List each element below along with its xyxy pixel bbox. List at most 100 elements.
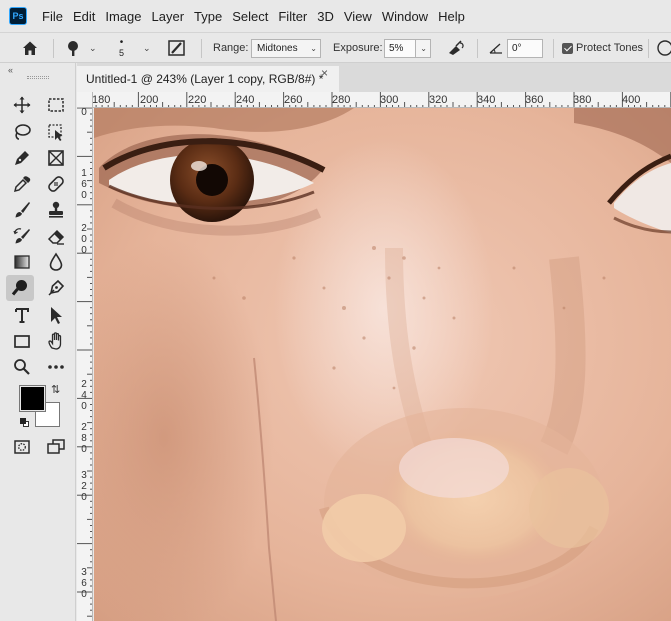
ruler-label: 200 (140, 94, 159, 106)
menu-view[interactable]: View (339, 0, 377, 32)
protect-tones-toggle[interactable]: Protect Tones (562, 33, 643, 63)
separator (648, 39, 649, 58)
screen-mode-icon (47, 439, 65, 454)
rectangular-marquee-icon (48, 98, 64, 112)
panel-grip[interactable] (27, 76, 49, 79)
ruler-label: 280 (81, 422, 87, 455)
menu-type[interactable]: Type (189, 0, 227, 32)
history-brush-icon (13, 228, 30, 244)
exposure-dropdown[interactable]: ⌄ (416, 38, 431, 58)
range-label: Range: (213, 42, 249, 54)
menu-filter[interactable]: Filter (273, 0, 312, 32)
eyedropper-tool[interactable] (8, 171, 36, 197)
move-icon (13, 96, 31, 114)
photoshop-logo-icon[interactable]: Ps (9, 7, 27, 25)
protect-tones-checkbox[interactable] (562, 42, 573, 54)
separator (553, 39, 554, 58)
document-tab-bar: Untitled-1 @ 243% (Layer 1 copy, RGB/8#)… (77, 63, 671, 92)
document-title: Untitled-1 @ 243% (Layer 1 copy, RGB/8#)… (86, 72, 324, 86)
angle-field[interactable]: 0° (507, 38, 543, 58)
gradient-tool[interactable] (8, 249, 36, 275)
burn-tool[interactable] (6, 275, 34, 301)
separator (53, 39, 54, 58)
menu-image[interactable]: Image (100, 0, 146, 32)
marquee-tool[interactable] (42, 92, 70, 118)
brush-picker-dropdown[interactable]: ⌄ (143, 33, 151, 63)
face-photo (94, 108, 671, 621)
eraser-tool[interactable] (42, 223, 70, 249)
collapse-panel-button[interactable]: « (8, 65, 13, 75)
history-brush-tool[interactable] (8, 223, 36, 249)
document-canvas[interactable] (94, 108, 671, 621)
ruler-label: 260 (284, 94, 303, 106)
separator (201, 39, 202, 58)
blur-tool[interactable] (42, 249, 70, 275)
ruler-label: 400 (622, 94, 641, 106)
swap-colors-icon[interactable]: ⇅ (51, 383, 60, 396)
menu-layer[interactable]: Layer (147, 0, 190, 32)
ruler-label: 300 (380, 94, 399, 106)
airbrush-button[interactable] (446, 33, 466, 63)
angle-icon (489, 43, 502, 54)
quick-mask-button[interactable] (8, 434, 36, 460)
pen-tool[interactable] (8, 145, 36, 171)
default-colors-icon[interactable] (20, 418, 29, 427)
ruler-label: 0 (81, 108, 87, 118)
horizontal-ruler[interactable]: 180 200 220 240 260 280 300 320 340 360 … (77, 92, 671, 108)
pen-tool-2[interactable] (42, 275, 70, 301)
exposure-field[interactable]: 5% (384, 38, 416, 58)
water-drop-icon (49, 252, 63, 271)
lasso-icon (15, 124, 31, 140)
ruler-label: 340 (477, 94, 496, 106)
more-tools[interactable] (42, 354, 70, 380)
rectangle-icon (14, 335, 30, 348)
ruler-label: 160 (81, 168, 87, 201)
type-icon (15, 308, 29, 323)
type-tool[interactable] (8, 302, 36, 328)
home-icon (23, 41, 37, 55)
zoom-tool[interactable] (8, 354, 36, 380)
close-icon[interactable]: × (321, 66, 328, 80)
document-tab[interactable]: Untitled-1 @ 243% (Layer 1 copy, RGB/8#)… (77, 66, 339, 92)
brush-tool[interactable] (8, 197, 36, 223)
move-tool[interactable] (8, 92, 36, 118)
foreground-color-swatch[interactable] (19, 385, 46, 412)
hand-icon (48, 332, 62, 350)
menu-3d[interactable]: 3D (312, 0, 339, 32)
brush-size-picker[interactable]: • 5 (119, 33, 124, 63)
menu-file[interactable]: File (37, 0, 68, 32)
ellipsis-icon (48, 365, 64, 369)
path-selection-tool[interactable] (42, 302, 70, 328)
ruler-corner[interactable] (77, 92, 93, 108)
tool-preset-picker[interactable]: ⌄ (63, 33, 97, 63)
ruler-label: 280 (332, 94, 351, 106)
clone-stamp-tool[interactable] (42, 197, 70, 223)
eyedropper-icon (13, 176, 31, 193)
lasso-tool[interactable] (8, 119, 36, 145)
vertical-ruler[interactable]: 0 160 200 240 280 320 360 (77, 108, 93, 621)
pressure-size-button[interactable] (656, 33, 671, 63)
object-selection-icon (48, 124, 63, 141)
ruler-label: 180 (92, 94, 111, 106)
ruler-label: 320 (81, 470, 87, 503)
home-button[interactable] (20, 33, 40, 63)
menu-edit[interactable]: Edit (68, 0, 100, 32)
menu-window[interactable]: Window (377, 0, 433, 32)
eraser-icon (47, 229, 65, 245)
healing-brush-tool[interactable] (42, 171, 70, 197)
frame-icon (48, 150, 64, 166)
brush-settings-button[interactable] (167, 33, 187, 63)
object-selection-tool[interactable] (42, 119, 70, 145)
options-bar: ⌄ • 5 ⌄ Range: Midtones ⌄ Exposure: 5% ⌄… (0, 32, 671, 63)
ruler-label: 360 (525, 94, 544, 106)
rectangle-tool[interactable] (8, 328, 36, 354)
ruler-label: 360 (81, 567, 87, 600)
range-select[interactable]: Midtones ⌄ (251, 38, 321, 58)
menu-select[interactable]: Select (227, 0, 273, 32)
brush-size-value: 5 (119, 48, 125, 58)
ruler-label: 240 (81, 379, 87, 412)
menu-help[interactable]: Help (433, 0, 470, 32)
frame-tool[interactable] (42, 145, 70, 171)
hand-tool[interactable] (42, 328, 70, 354)
screen-mode-button[interactable] (42, 434, 70, 460)
